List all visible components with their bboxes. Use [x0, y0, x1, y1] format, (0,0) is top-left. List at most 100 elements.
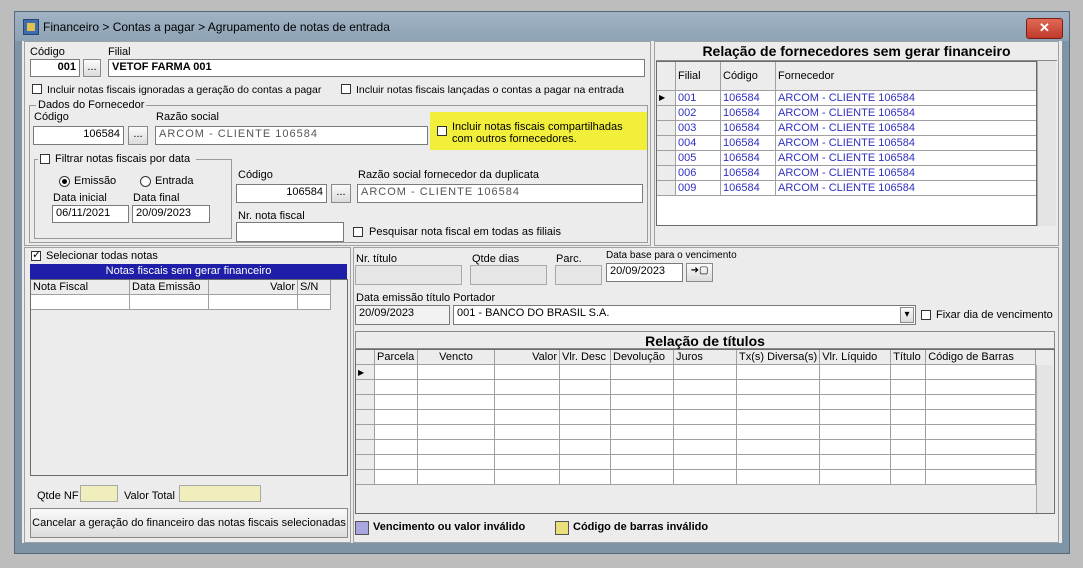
col-vlr-liquido[interactable]: Vlr. Líquido: [819, 350, 892, 365]
titulo-cell[interactable]: [673, 394, 737, 410]
titulo-cell[interactable]: [417, 469, 495, 485]
titulo-cell[interactable]: [673, 424, 737, 440]
titulo-cell[interactable]: [374, 439, 418, 455]
titulo-cell[interactable]: [925, 409, 1036, 425]
titulo-cell[interactable]: [673, 454, 737, 470]
titulo-cell[interactable]: [673, 409, 737, 425]
titulo-cell[interactable]: [610, 379, 674, 395]
titulo-cell[interactable]: [610, 454, 674, 470]
fornecedor-filial-cell[interactable]: 006: [675, 165, 721, 181]
filial-input[interactable]: VETOF FARMA 001: [108, 59, 645, 77]
titulo-cell[interactable]: [417, 364, 495, 380]
fornecedor-codigo-cell[interactable]: 106584: [720, 105, 776, 121]
col-vlr-desc[interactable]: Vlr. Desc: [559, 350, 611, 365]
fornecedor-filial-cell[interactable]: 003: [675, 120, 721, 136]
titulo-cell[interactable]: [559, 439, 611, 455]
titulo-cell[interactable]: [925, 379, 1036, 395]
notas-empty-cell[interactable]: [297, 294, 331, 310]
titulo-cell[interactable]: [819, 439, 892, 455]
fornecedor-row[interactable]: 005 106584 ARCOM - CLIENTE 106584: [657, 150, 1036, 166]
dup-razao-input[interactable]: ARCOM - CLIENTE 106584: [357, 184, 643, 203]
titulo-cell[interactable]: [736, 394, 821, 410]
titulo-cell[interactable]: [559, 379, 611, 395]
nr-nota-input[interactable]: [236, 222, 344, 242]
fornecedor-codigo-cell[interactable]: 106584: [720, 135, 776, 151]
fixar-dia-checkbox[interactable]: [921, 310, 931, 320]
titulo-cell[interactable]: [417, 394, 495, 410]
titulo-cell[interactable]: [494, 424, 560, 440]
forn-codigo-input[interactable]: 106584: [33, 126, 124, 145]
fornecedor-filial-cell[interactable]: 005: [675, 150, 721, 166]
fornecedor-codigo-cell[interactable]: 106584: [720, 165, 776, 181]
col-parcela[interactable]: Parcela: [374, 350, 418, 365]
titulo-cell[interactable]: [494, 454, 560, 470]
titulo-cell[interactable]: [610, 364, 674, 380]
aplicar-data-button[interactable]: ➜▢: [686, 263, 713, 282]
titulo-cell[interactable]: [890, 409, 927, 425]
titulo-cell[interactable]: [736, 364, 821, 380]
titulo-cell[interactable]: [736, 409, 821, 425]
titulo-cell[interactable]: [417, 379, 495, 395]
col-vencto[interactable]: Vencto: [417, 350, 495, 365]
titulo-cell[interactable]: [374, 394, 418, 410]
dup-codigo-input[interactable]: 106584: [236, 184, 327, 203]
data-base-input[interactable]: 20/09/2023: [606, 263, 683, 282]
col-titulo[interactable]: Título: [890, 350, 927, 365]
nr-titulo-input[interactable]: [355, 265, 462, 285]
portador-select[interactable]: 001 - BANCO DO BRASIL S.A.: [453, 305, 916, 325]
titulo-cell[interactable]: [925, 469, 1036, 485]
titulo-row[interactable]: [356, 424, 1036, 440]
fornecedor-nome-cell[interactable]: ARCOM - CLIENTE 106584: [775, 165, 1036, 181]
titulo-cell[interactable]: [374, 469, 418, 485]
fornecedor-nome-cell[interactable]: ARCOM - CLIENTE 106584: [775, 135, 1036, 151]
titulo-cell[interactable]: [736, 454, 821, 470]
titulo-cell[interactable]: [673, 364, 737, 380]
titulo-row[interactable]: [356, 394, 1036, 410]
titulo-cell[interactable]: [417, 439, 495, 455]
notas-empty-cell[interactable]: [129, 294, 209, 310]
fornecedor-row[interactable]: 006 106584 ARCOM - CLIENTE 106584: [657, 165, 1036, 181]
titulo-row[interactable]: [356, 439, 1036, 455]
titulo-cell[interactable]: [819, 379, 892, 395]
notas-empty-cell[interactable]: [208, 294, 298, 310]
titulo-cell[interactable]: [374, 454, 418, 470]
titulo-cell[interactable]: [610, 424, 674, 440]
fornecedores-scrollbar[interactable]: [1037, 61, 1056, 226]
titulo-cell[interactable]: [374, 424, 418, 440]
titulo-cell[interactable]: [610, 409, 674, 425]
fornecedor-nome-cell[interactable]: ARCOM - CLIENTE 106584: [775, 120, 1036, 136]
titulo-cell[interactable]: [736, 439, 821, 455]
col-sn[interactable]: S/N: [297, 280, 331, 295]
titulo-row[interactable]: [356, 454, 1036, 470]
titulo-cell[interactable]: [673, 439, 737, 455]
cancelar-geracao-button[interactable]: Cancelar a geração do financeiro das not…: [30, 508, 348, 538]
data-emissao-input[interactable]: 20/09/2023: [355, 305, 450, 325]
fornecedor-nome-cell[interactable]: ARCOM - CLIENTE 106584: [775, 180, 1036, 196]
titulo-cell[interactable]: [673, 469, 737, 485]
data-inicial-input[interactable]: 06/11/2021: [52, 205, 129, 223]
titulo-cell[interactable]: [819, 409, 892, 425]
titulo-cell[interactable]: [559, 424, 611, 440]
titulo-cell[interactable]: [417, 409, 495, 425]
titulo-cell[interactable]: [559, 364, 611, 380]
incluir-ignoradas-checkbox[interactable]: [32, 84, 42, 94]
titulo-cell[interactable]: [890, 379, 927, 395]
titulo-row[interactable]: [356, 379, 1036, 395]
titulo-cell[interactable]: [819, 394, 892, 410]
titulo-cell[interactable]: [559, 454, 611, 470]
titulo-cell[interactable]: [890, 424, 927, 440]
fornecedor-codigo-cell[interactable]: 106584: [720, 90, 776, 106]
col-nota-fiscal[interactable]: Nota Fiscal: [31, 280, 130, 295]
titulo-cell[interactable]: [374, 379, 418, 395]
col-taxas-diversas[interactable]: Tx(s) Diversa(s): [736, 350, 821, 365]
col-data-emissao[interactable]: Data Emissão: [129, 280, 209, 295]
codigo-lookup-button[interactable]: ...: [83, 59, 101, 77]
col-codigo-barras[interactable]: Código de Barras: [925, 350, 1036, 365]
titulo-cell[interactable]: [925, 424, 1036, 440]
titulo-cell[interactable]: [374, 409, 418, 425]
fornecedor-codigo-cell[interactable]: 106584: [720, 150, 776, 166]
titulo-cell[interactable]: [925, 394, 1036, 410]
titulo-cell[interactable]: [417, 454, 495, 470]
fornecedor-nome-cell[interactable]: ARCOM - CLIENTE 106584: [775, 150, 1036, 166]
compartilhadas-checkbox[interactable]: [437, 126, 447, 136]
